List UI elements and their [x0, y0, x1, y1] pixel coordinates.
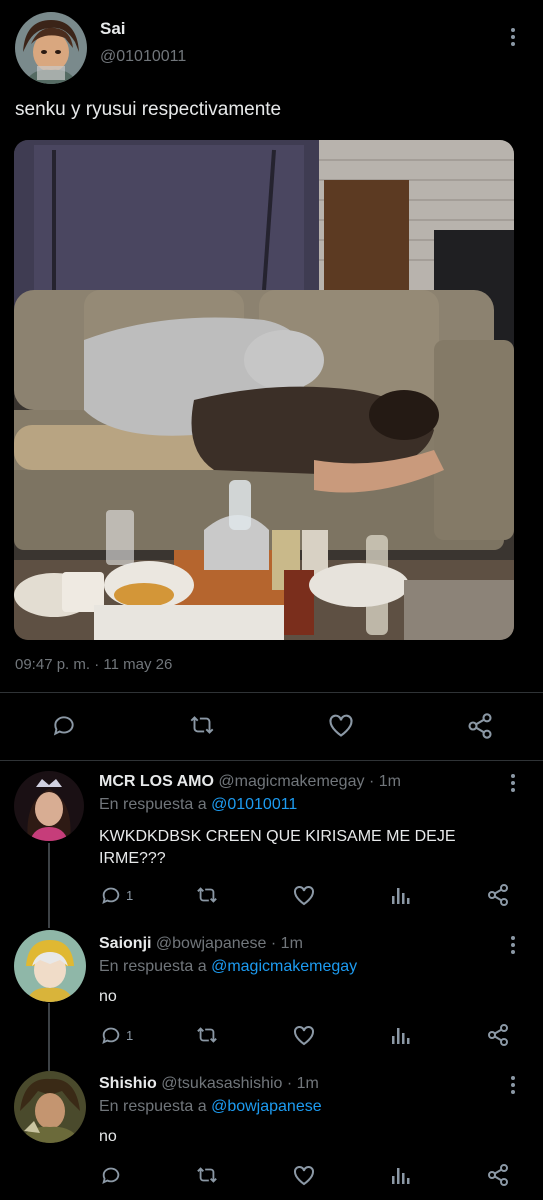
reply-time: · 1m — [286, 1075, 319, 1092]
reply-context: En respuesta a @magicmakemegay — [99, 958, 357, 976]
retweet-icon[interactable] — [187, 712, 217, 738]
handle[interactable]: @01010011 — [100, 48, 186, 66]
display-name[interactable]: Shishio — [99, 1075, 157, 1092]
like-icon[interactable] — [327, 712, 355, 738]
display-name[interactable]: Saionji — [99, 935, 151, 952]
reply-context: En respuesta a @bowjapanese — [99, 1098, 322, 1116]
share-icon[interactable] — [466, 712, 494, 740]
photo-illustration — [14, 140, 514, 640]
views-icon[interactable] — [391, 1024, 411, 1046]
reply-to-link[interactable]: @bowjapanese — [211, 1098, 322, 1115]
retweet-icon[interactable] — [194, 1024, 220, 1046]
avatar[interactable] — [14, 771, 84, 841]
avatar[interactable] — [15, 12, 87, 84]
reply-icon[interactable]: 1 — [100, 884, 133, 906]
thread-line — [48, 1003, 50, 1071]
display-name[interactable]: MCR LOS AMO — [99, 773, 214, 790]
reply-icon[interactable] — [100, 1164, 126, 1186]
handle[interactable]: @bowjapanese — [156, 935, 267, 952]
avatar[interactable] — [14, 1071, 86, 1143]
reply-to-link[interactable]: @magicmakemegay — [211, 958, 357, 975]
share-icon[interactable] — [486, 1023, 510, 1047]
like-icon[interactable] — [292, 884, 316, 906]
display-name[interactable]: Sai — [100, 19, 126, 39]
reply-icon[interactable] — [51, 712, 77, 738]
retweet-icon[interactable] — [194, 884, 220, 906]
reply-count: 1 — [126, 887, 134, 903]
tweet-text: senku y ryusui respectivamente — [15, 99, 282, 120]
avatar[interactable] — [14, 930, 86, 1002]
thread-line — [48, 843, 50, 928]
handle[interactable]: @tsukasashishio — [161, 1075, 282, 1092]
reply-time: · 1m — [270, 935, 303, 952]
more-icon[interactable] — [511, 774, 517, 795]
share-icon[interactable] — [486, 883, 510, 907]
reply-prefix: En respuesta a — [99, 958, 207, 975]
more-icon[interactable] — [511, 1076, 517, 1097]
reply-header: Shishio @tsukasashishio · 1m — [99, 1075, 319, 1093]
views-icon[interactable] — [391, 884, 411, 906]
share-icon[interactable] — [486, 1163, 510, 1187]
reply-text: no — [99, 988, 117, 1005]
tweet-timestamp: 09:47 p. m. · 11 may 26 — [15, 656, 173, 673]
reply-prefix: En respuesta a — [99, 796, 207, 813]
reply-to-link[interactable]: @01010011 — [211, 796, 297, 813]
reply-text: no — [99, 1128, 117, 1145]
reply-context: En respuesta a @01010011 — [99, 796, 297, 814]
more-icon[interactable] — [511, 28, 517, 49]
handle[interactable]: @magicmakemegay — [218, 773, 364, 790]
reply-header: MCR LOS AMO @magicmakemegay · 1m — [99, 773, 401, 791]
reply-time: · 1m — [368, 773, 401, 790]
more-icon[interactable] — [511, 936, 517, 957]
reply-prefix: En respuesta a — [99, 1098, 207, 1115]
divider — [0, 692, 543, 693]
like-icon[interactable] — [292, 1164, 316, 1186]
divider — [0, 760, 543, 761]
like-icon[interactable] — [292, 1024, 316, 1046]
reply-header: Saionji @bowjapanese · 1m — [99, 935, 303, 953]
retweet-icon[interactable] — [194, 1164, 220, 1186]
reply-icon[interactable]: 1 — [100, 1024, 133, 1046]
reply-text: KWKDKDBSK CREEN QUE KIRISAME ME DEJE IRM… — [99, 828, 456, 867]
reply-count: 1 — [126, 1027, 134, 1043]
views-icon[interactable] — [391, 1164, 411, 1186]
tweet-photo[interactable] — [14, 140, 514, 640]
